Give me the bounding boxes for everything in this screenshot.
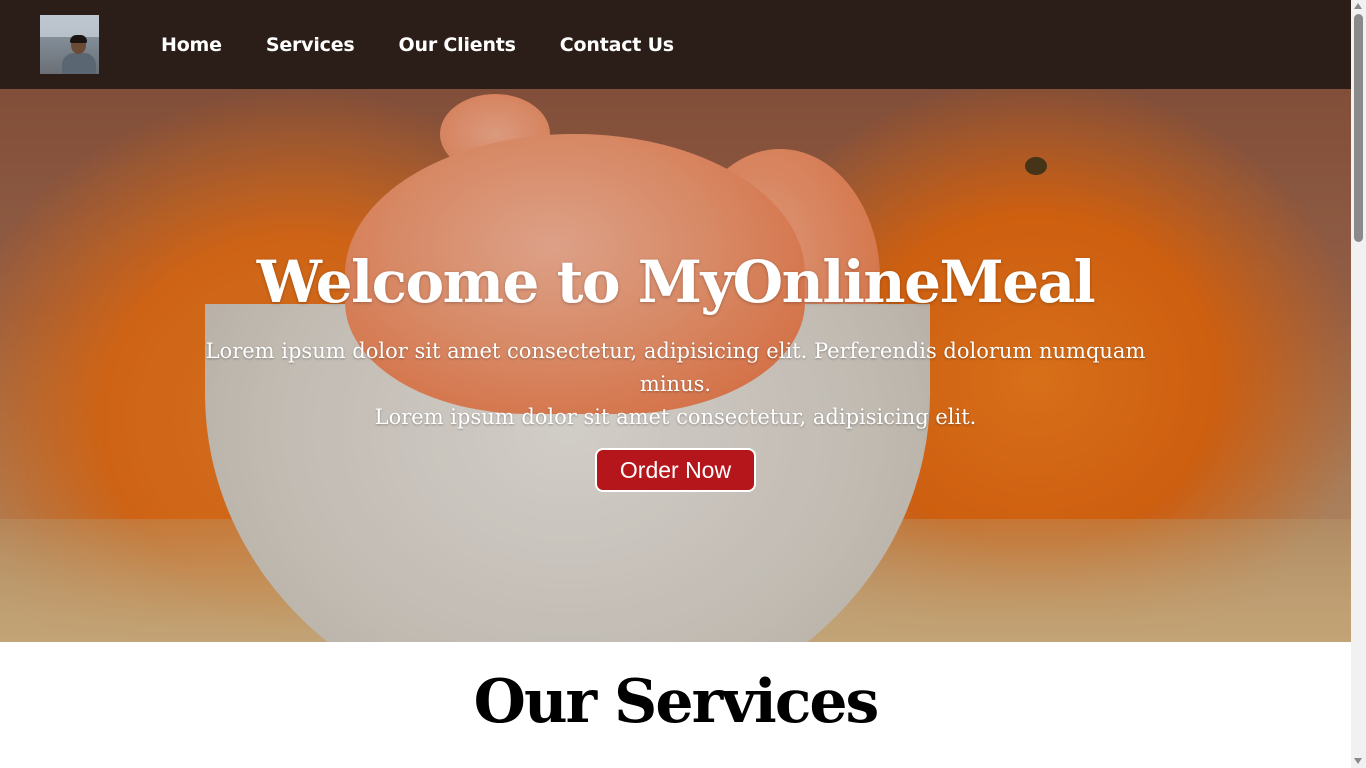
hero-content: Welcome to MyOnlineMeal Lorem ipsum dolo…	[0, 89, 1351, 642]
nav-link-services[interactable]: Services	[266, 34, 355, 56]
scroll-thumb[interactable]	[1354, 14, 1363, 242]
scrollbar[interactable]	[1351, 0, 1366, 768]
nav-link-contact-us[interactable]: Contact Us	[560, 34, 674, 56]
hero-text-line2: Lorem ipsum dolor sit amet consectetur, …	[374, 405, 977, 429]
nav-link-our-clients[interactable]: Our Clients	[399, 34, 516, 56]
logo-avatar[interactable]	[40, 15, 99, 74]
nav-links: Home Services Our Clients Contact Us	[161, 34, 718, 56]
scroll-up-icon[interactable]	[1354, 3, 1362, 9]
hero-text: Lorem ipsum dolor sit amet consectetur, …	[200, 335, 1151, 434]
nav-link-home[interactable]: Home	[161, 34, 222, 56]
navbar: Home Services Our Clients Contact Us	[0, 0, 1351, 89]
order-now-button[interactable]: Order Now	[595, 448, 756, 492]
hero-title: Welcome to MyOnlineMeal	[256, 248, 1096, 316]
scroll-down-icon[interactable]	[1354, 758, 1362, 764]
hero-text-line1: Lorem ipsum dolor sit amet consectetur, …	[205, 339, 1146, 396]
services-title: Our Services	[473, 667, 880, 737]
hero-banner: Welcome to MyOnlineMeal Lorem ipsum dolo…	[0, 89, 1351, 642]
